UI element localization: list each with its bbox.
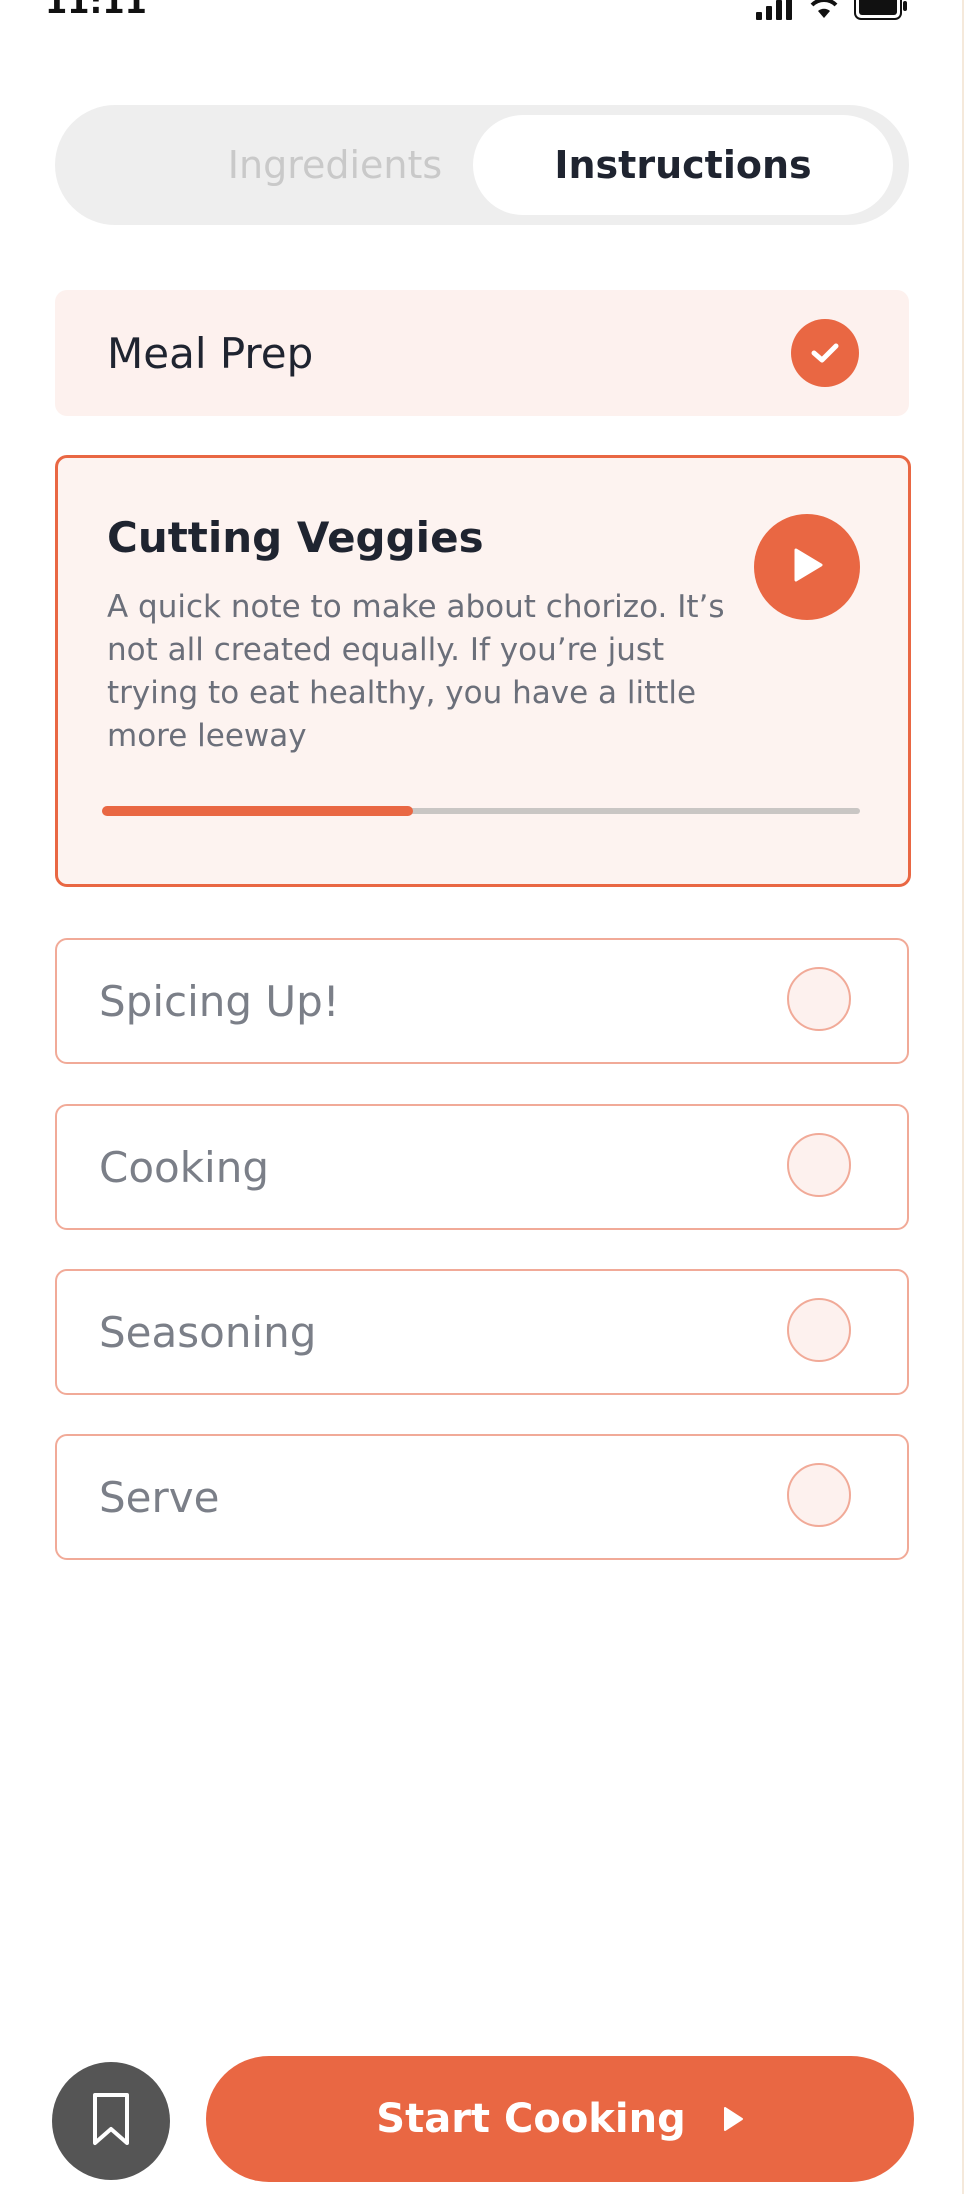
step-description: A quick note to make about chorizo. It’s…	[107, 589, 725, 754]
play-button[interactable]	[754, 514, 860, 620]
step-cooking[interactable]: Cooking	[55, 1104, 909, 1230]
step-label: Meal Prep	[107, 328, 314, 378]
step-label: Cooking	[99, 1142, 269, 1192]
bookmark-icon	[89, 2091, 133, 2151]
start-cooking-button[interactable]: Start Cooking	[206, 2056, 914, 2182]
step-label: Serve	[99, 1472, 220, 1522]
wifi-icon	[806, 0, 842, 24]
segmented-tabs: Ingredients Instructions	[55, 105, 909, 225]
step-cutting-veggies[interactable]: Cutting Veggies A quick note to make abo…	[55, 455, 911, 887]
battery-icon	[854, 0, 908, 24]
step-radio[interactable]	[787, 1298, 851, 1362]
bookmark-button[interactable]	[52, 2062, 170, 2180]
step-seasoning[interactable]: Seasoning	[55, 1269, 909, 1395]
signal-icon	[754, 0, 794, 24]
play-icon	[790, 547, 824, 587]
status-bar: 11:11	[0, 0, 962, 24]
start-cooking-label: Start Cooking	[376, 2096, 686, 2142]
check-icon	[791, 319, 859, 387]
tab-instructions[interactable]: Instructions	[473, 115, 893, 215]
app-screen: 11:11 Ingredients Instructions Meal Prep…	[0, 0, 964, 2194]
step-title: Cutting Veggies	[107, 513, 484, 562]
status-icons	[754, 0, 908, 22]
step-meal-prep[interactable]: Meal Prep	[55, 290, 909, 416]
play-icon	[722, 2096, 744, 2142]
step-radio[interactable]	[787, 967, 851, 1031]
step-progress-bar	[102, 806, 860, 816]
step-serve[interactable]: Serve	[55, 1434, 909, 1560]
step-radio[interactable]	[787, 1133, 851, 1197]
step-radio[interactable]	[787, 1463, 851, 1527]
status-time: 11:11	[45, 0, 147, 21]
step-progress-fill	[102, 806, 413, 816]
step-spicing-up[interactable]: Spicing Up!	[55, 938, 909, 1064]
step-label: Spicing Up!	[99, 976, 340, 1026]
step-label: Seasoning	[99, 1307, 317, 1357]
